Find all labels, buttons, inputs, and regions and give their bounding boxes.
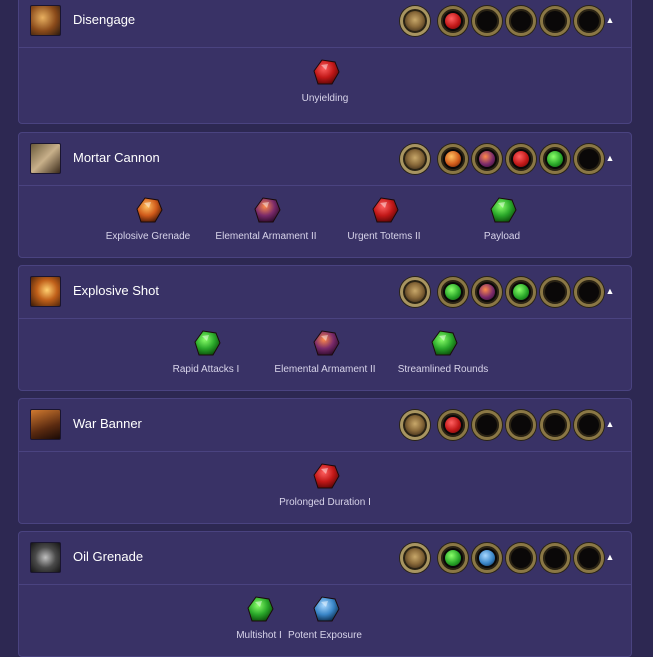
skill-name: Explosive Shot	[73, 283, 159, 298]
oil-grenade-skill-icon	[30, 542, 61, 573]
collapse-chevron-icon[interactable]: ▲	[603, 417, 617, 431]
support-gem[interactable]: Rapid Attacks I	[141, 328, 271, 376]
support-gem-label: Unyielding	[301, 93, 349, 104]
collapse-chevron-icon[interactable]: ▲	[603, 13, 617, 27]
empty-socket[interactable]	[472, 6, 502, 36]
support-gem[interactable]: Elemental Armament II	[201, 195, 331, 243]
support-socket-red[interactable]	[438, 6, 468, 36]
collapse-chevron-icon[interactable]: ▲	[603, 550, 617, 564]
support-gem-label: Prolonged Duration I	[279, 497, 371, 508]
support-socket-purple[interactable]	[472, 277, 502, 307]
socketed-gem-icon	[445, 151, 461, 167]
support-gem-label: Urgent Totems II	[347, 231, 421, 242]
orange-gem-icon	[131, 195, 165, 225]
socketed-gem-icon	[445, 550, 461, 566]
support-gem[interactable]: Streamlined Rounds	[378, 328, 508, 376]
support-socket-red[interactable]	[506, 144, 536, 174]
green-gem-icon	[485, 195, 519, 225]
socketed-gem-icon	[513, 284, 529, 300]
skill-card-header[interactable]: Disengage ▲	[19, 0, 631, 48]
socketed-gem-icon	[513, 151, 529, 167]
socketed-gem-icon	[445, 284, 461, 300]
support-gem-label: Elemental Armament II	[274, 364, 376, 375]
skill-card: Mortar Cannon ▲ Explosive Grenade Element…	[18, 132, 632, 258]
support-gem[interactable]: Potent Exposure	[260, 594, 390, 642]
support-gem[interactable]: Unyielding	[260, 57, 390, 105]
red-gem-icon	[308, 57, 342, 87]
support-gem-label: Elemental Armament II	[215, 231, 317, 242]
empty-socket[interactable]	[574, 6, 604, 36]
empty-socket[interactable]	[540, 410, 570, 440]
skill-card-header[interactable]: War Banner ▲	[19, 399, 631, 452]
red-gem-icon	[367, 195, 401, 225]
support-gem[interactable]: Urgent Totems II	[319, 195, 449, 243]
socketed-gem-icon	[445, 417, 461, 433]
socketed-gem-icon	[547, 151, 563, 167]
socketed-gem-icon	[479, 284, 495, 300]
red-gem-icon	[308, 461, 342, 491]
empty-socket[interactable]	[472, 410, 502, 440]
green-gem-icon	[189, 328, 223, 358]
support-socket-purple[interactable]	[472, 144, 502, 174]
empty-socket[interactable]	[506, 410, 536, 440]
explosive-shot-skill-icon	[30, 276, 61, 307]
disengage-skill-icon	[30, 5, 61, 36]
empty-socket[interactable]	[540, 543, 570, 573]
support-gem[interactable]: Explosive Grenade	[83, 195, 213, 243]
skill-card-header[interactable]: Mortar Cannon ▲	[19, 133, 631, 186]
empty-socket[interactable]	[506, 543, 536, 573]
empty-socket[interactable]	[574, 410, 604, 440]
empty-socket[interactable]	[574, 543, 604, 573]
main-skill-socket[interactable]	[400, 543, 430, 573]
support-socket-green[interactable]	[438, 277, 468, 307]
socketed-gem-icon	[445, 13, 461, 29]
skill-name: Disengage	[73, 12, 136, 27]
skill-card-header[interactable]: Explosive Shot ▲	[19, 266, 631, 319]
empty-socket[interactable]	[540, 277, 570, 307]
support-socket-green[interactable]	[438, 543, 468, 573]
skill-card: Oil Grenade ▲ Multishot I Potent Exposure	[18, 531, 632, 657]
support-socket-red[interactable]	[438, 410, 468, 440]
support-gem-label: Streamlined Rounds	[397, 364, 489, 375]
empty-socket[interactable]	[574, 277, 604, 307]
main-skill-socket[interactable]	[400, 144, 430, 174]
skill-name: Mortar Cannon	[73, 150, 160, 165]
support-gem-label: Rapid Attacks I	[172, 364, 240, 375]
support-gem-label: Potent Exposure	[288, 630, 362, 641]
mortar-cannon-skill-icon	[30, 143, 61, 174]
support-socket-green[interactable]	[540, 144, 570, 174]
support-gem[interactable]: Prolonged Duration I	[260, 461, 390, 509]
war-banner-skill-icon	[30, 409, 61, 440]
green-gem-icon	[426, 328, 460, 358]
skill-card: Disengage ▲ Unyielding	[18, 0, 632, 124]
socketed-gem-icon	[479, 550, 495, 566]
support-gem[interactable]: Payload	[437, 195, 567, 243]
support-gem[interactable]: Elemental Armament II	[260, 328, 390, 376]
collapse-chevron-icon[interactable]: ▲	[603, 151, 617, 165]
skill-name: War Banner	[73, 416, 142, 431]
skill-card: War Banner ▲ Prolonged Duration I	[18, 398, 632, 524]
purple-gem-icon	[249, 195, 283, 225]
empty-socket[interactable]	[540, 6, 570, 36]
main-skill-socket[interactable]	[400, 277, 430, 307]
skill-name: Oil Grenade	[73, 549, 144, 564]
support-socket-blue[interactable]	[472, 543, 502, 573]
purple-gem-icon	[308, 328, 342, 358]
skill-card-header[interactable]: Oil Grenade ▲	[19, 532, 631, 585]
collapse-chevron-icon[interactable]: ▲	[603, 284, 617, 298]
support-gem-label: Payload	[483, 231, 521, 242]
support-socket-orange[interactable]	[438, 144, 468, 174]
support-socket-green[interactable]	[506, 277, 536, 307]
main-skill-socket[interactable]	[400, 410, 430, 440]
support-gem-label: Explosive Grenade	[105, 231, 191, 242]
blue-gem-icon	[308, 594, 342, 624]
skill-card: Explosive Shot ▲ Rapid Attacks I Elementa…	[18, 265, 632, 391]
main-skill-socket[interactable]	[400, 6, 430, 36]
empty-socket[interactable]	[574, 144, 604, 174]
socketed-gem-icon	[479, 151, 495, 167]
empty-socket[interactable]	[506, 6, 536, 36]
